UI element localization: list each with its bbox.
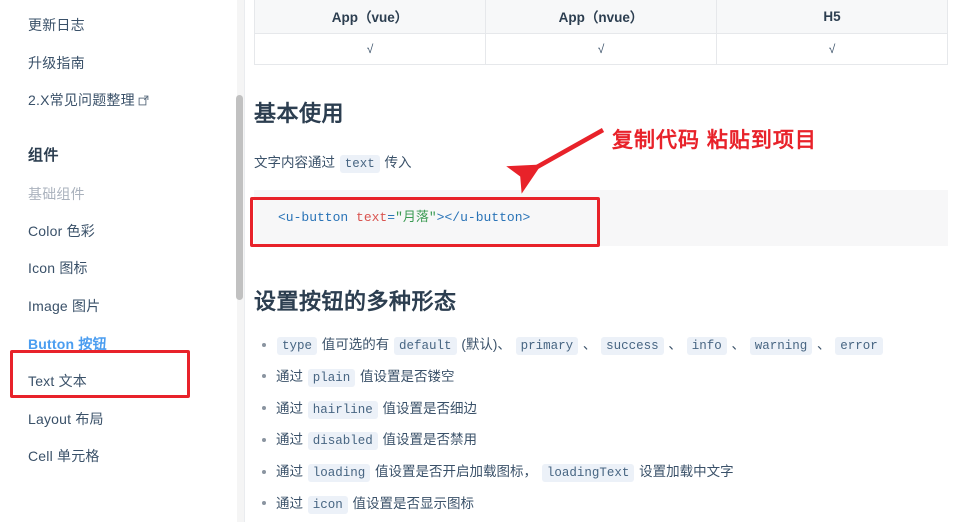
sidebar-item-label: Color 色彩 <box>28 222 95 239</box>
list-item: type 值可选的有 default (默认)、 primary 、 succe… <box>262 330 974 362</box>
list-item: 通过 icon 值设置是否显示图标 <box>262 488 974 520</box>
table-cell: √ <box>716 33 948 65</box>
inline-code: plain <box>307 368 356 387</box>
table-header-cell: App（vue） <box>254 0 486 34</box>
list-item: 通过 loading 值设置是否开启加载图标， loadingText 设置加载… <box>262 457 974 489</box>
table-header-row: App（vue） App（nvue） H5 <box>254 0 948 34</box>
list-item-text: 、 <box>668 337 682 352</box>
sidebar-item-label: Image 图片 <box>28 297 101 314</box>
table-header: App（vue） App（nvue） H5 <box>254 0 948 34</box>
list-item: 通过 hairline 值设置是否细边 <box>262 393 974 425</box>
sidebar-item-changelog[interactable]: 更新日志 <box>28 10 245 45</box>
sidebar-item-label: 升级指南 <box>28 54 85 71</box>
list-item-text: 值设置是否镂空 <box>360 368 455 384</box>
list-item: 通过 plain 值设置是否镂空 <box>262 361 974 393</box>
inline-code: warning <box>749 337 813 355</box>
list-item-text: 通过 <box>276 400 303 416</box>
inline-code: icon <box>307 495 348 514</box>
table-header-cell: App（nvue） <box>485 0 717 34</box>
sidebar-item-upgrade-guide[interactable]: 升级指南 <box>28 45 245 83</box>
code-token-close-tag: </u-button> <box>444 209 531 225</box>
section-heading-button-shapes: 设置按钮的多种形态 <box>254 288 457 314</box>
sidebar-subgroup-label: 基础组件 <box>28 185 85 202</box>
section-heading-basic-usage: 基本使用 <box>254 100 345 126</box>
paragraph-text-before: 文字内容通过 <box>254 154 335 170</box>
list-item-text: 值设置是否禁用 <box>382 432 478 448</box>
sidebar-item-image[interactable]: Image 图片 <box>28 288 245 326</box>
table-header-cell: H5 <box>716 0 948 34</box>
inline-code: hairline <box>307 400 378 419</box>
sidebar-item-label: 更新日志 <box>28 17 85 33</box>
list-item-text: 、 <box>731 337 745 352</box>
paragraph-text-after: 传入 <box>384 154 412 170</box>
sidebar-scrollbar-thumb[interactable] <box>236 95 243 300</box>
list-item-text: 通过 <box>276 432 303 448</box>
list-item-text: 值设置是否细边 <box>382 400 478 416</box>
list-item-text: 值可选的有 <box>321 337 390 352</box>
code-block-container: <u-button text="月落"></u-button> <box>250 189 974 247</box>
inline-code: disabled <box>307 432 378 451</box>
table-cell: √ <box>485 33 717 65</box>
sidebar-item-label: Text 文本 <box>28 373 87 390</box>
code-token-attr-value: "月落" <box>395 209 437 225</box>
sidebar-item-cell[interactable]: Cell 单元格 <box>28 438 245 476</box>
sidebar-item-label: 2.X常见问题整理 <box>28 92 135 109</box>
code-token-attr-name: text <box>356 209 388 225</box>
inline-code-text: text <box>339 154 380 173</box>
external-link-icon <box>138 92 149 106</box>
list-item-text: 通过 <box>276 495 303 511</box>
code-block[interactable]: <u-button text="月落"></u-button> <box>254 189 948 246</box>
inline-code: primary <box>515 337 579 355</box>
list-item-text: 值设置是否开启加载图标， <box>375 464 538 479</box>
list-item-text: 值设置是否显示图标 <box>352 495 475 511</box>
list-item-text: 通过 <box>276 368 303 384</box>
platform-compatibility-table: App（vue） App（nvue） H5 √ √ √ <box>254 0 948 65</box>
sidebar-item-label: Layout 布局 <box>28 410 104 427</box>
sidebar-item-faq[interactable]: 2.X常见问题整理 <box>28 82 245 120</box>
code-token-open-tag: <u-button <box>278 209 349 225</box>
document-body: App（vue） App（nvue） H5 √ √ √ 基本使用 文字内容通过 … <box>245 0 974 522</box>
sidebar-content: 更新日志 升级指南 2.X常见问题整理 组件 基础组件 Color 色彩 Ico… <box>0 0 245 476</box>
inline-code: type <box>277 337 318 355</box>
sidebar-item-layout[interactable]: Layout 布局 <box>28 401 245 439</box>
code-token-equals: = <box>387 209 396 225</box>
sidebar-item-text[interactable]: Text 文本 <box>28 363 245 401</box>
table-body: √ √ √ <box>254 33 948 65</box>
list-item: 通过 disabled 值设置是否禁用 <box>262 425 974 457</box>
inline-code: loadingText <box>541 464 635 482</box>
sidebar-item-label: Cell 单元格 <box>28 448 100 465</box>
sidebar-item-button[interactable]: Button 按钮 <box>28 326 245 364</box>
inline-code: success <box>601 337 664 355</box>
list-item-text: 、 <box>817 337 831 352</box>
sidebar-navigation: 更新日志 升级指南 2.X常见问题整理 组件 基础组件 Color 色彩 Ico… <box>0 0 245 522</box>
basic-usage-paragraph: 文字内容通过 text 传入 <box>254 128 974 174</box>
sidebar-item-color[interactable]: Color 色彩 <box>28 213 245 251</box>
sidebar-item-label: Button 按钮 <box>28 335 107 352</box>
inline-code: default <box>394 337 457 355</box>
button-props-list: type 值可选的有 default (默认)、 primary 、 succe… <box>254 316 974 522</box>
list-item-text: (默认)、 <box>461 337 511 352</box>
sidebar-group-title: 组件 <box>28 146 60 164</box>
table-cell: √ <box>254 33 486 65</box>
list-item-text: 通过 <box>276 464 303 479</box>
inline-code: loading <box>307 464 371 482</box>
sidebar-item-icon[interactable]: Icon 图标 <box>28 250 245 288</box>
inline-code: info <box>686 337 727 355</box>
list-item-text: 设置加载中文字 <box>639 464 734 479</box>
sidebar-scrollbar-track[interactable] <box>236 0 244 522</box>
list-item-text: 、 <box>582 337 597 352</box>
table-row: √ √ √ <box>254 33 948 65</box>
sidebar-item-label: Icon 图标 <box>28 260 88 277</box>
main-content: App（vue） App（nvue） H5 √ √ √ 基本使用 文字内容通过 … <box>245 0 974 522</box>
documentation-page: 更新日志 升级指南 2.X常见问题整理 组件 基础组件 Color 色彩 Ico… <box>0 0 974 522</box>
inline-code: error <box>835 337 883 355</box>
